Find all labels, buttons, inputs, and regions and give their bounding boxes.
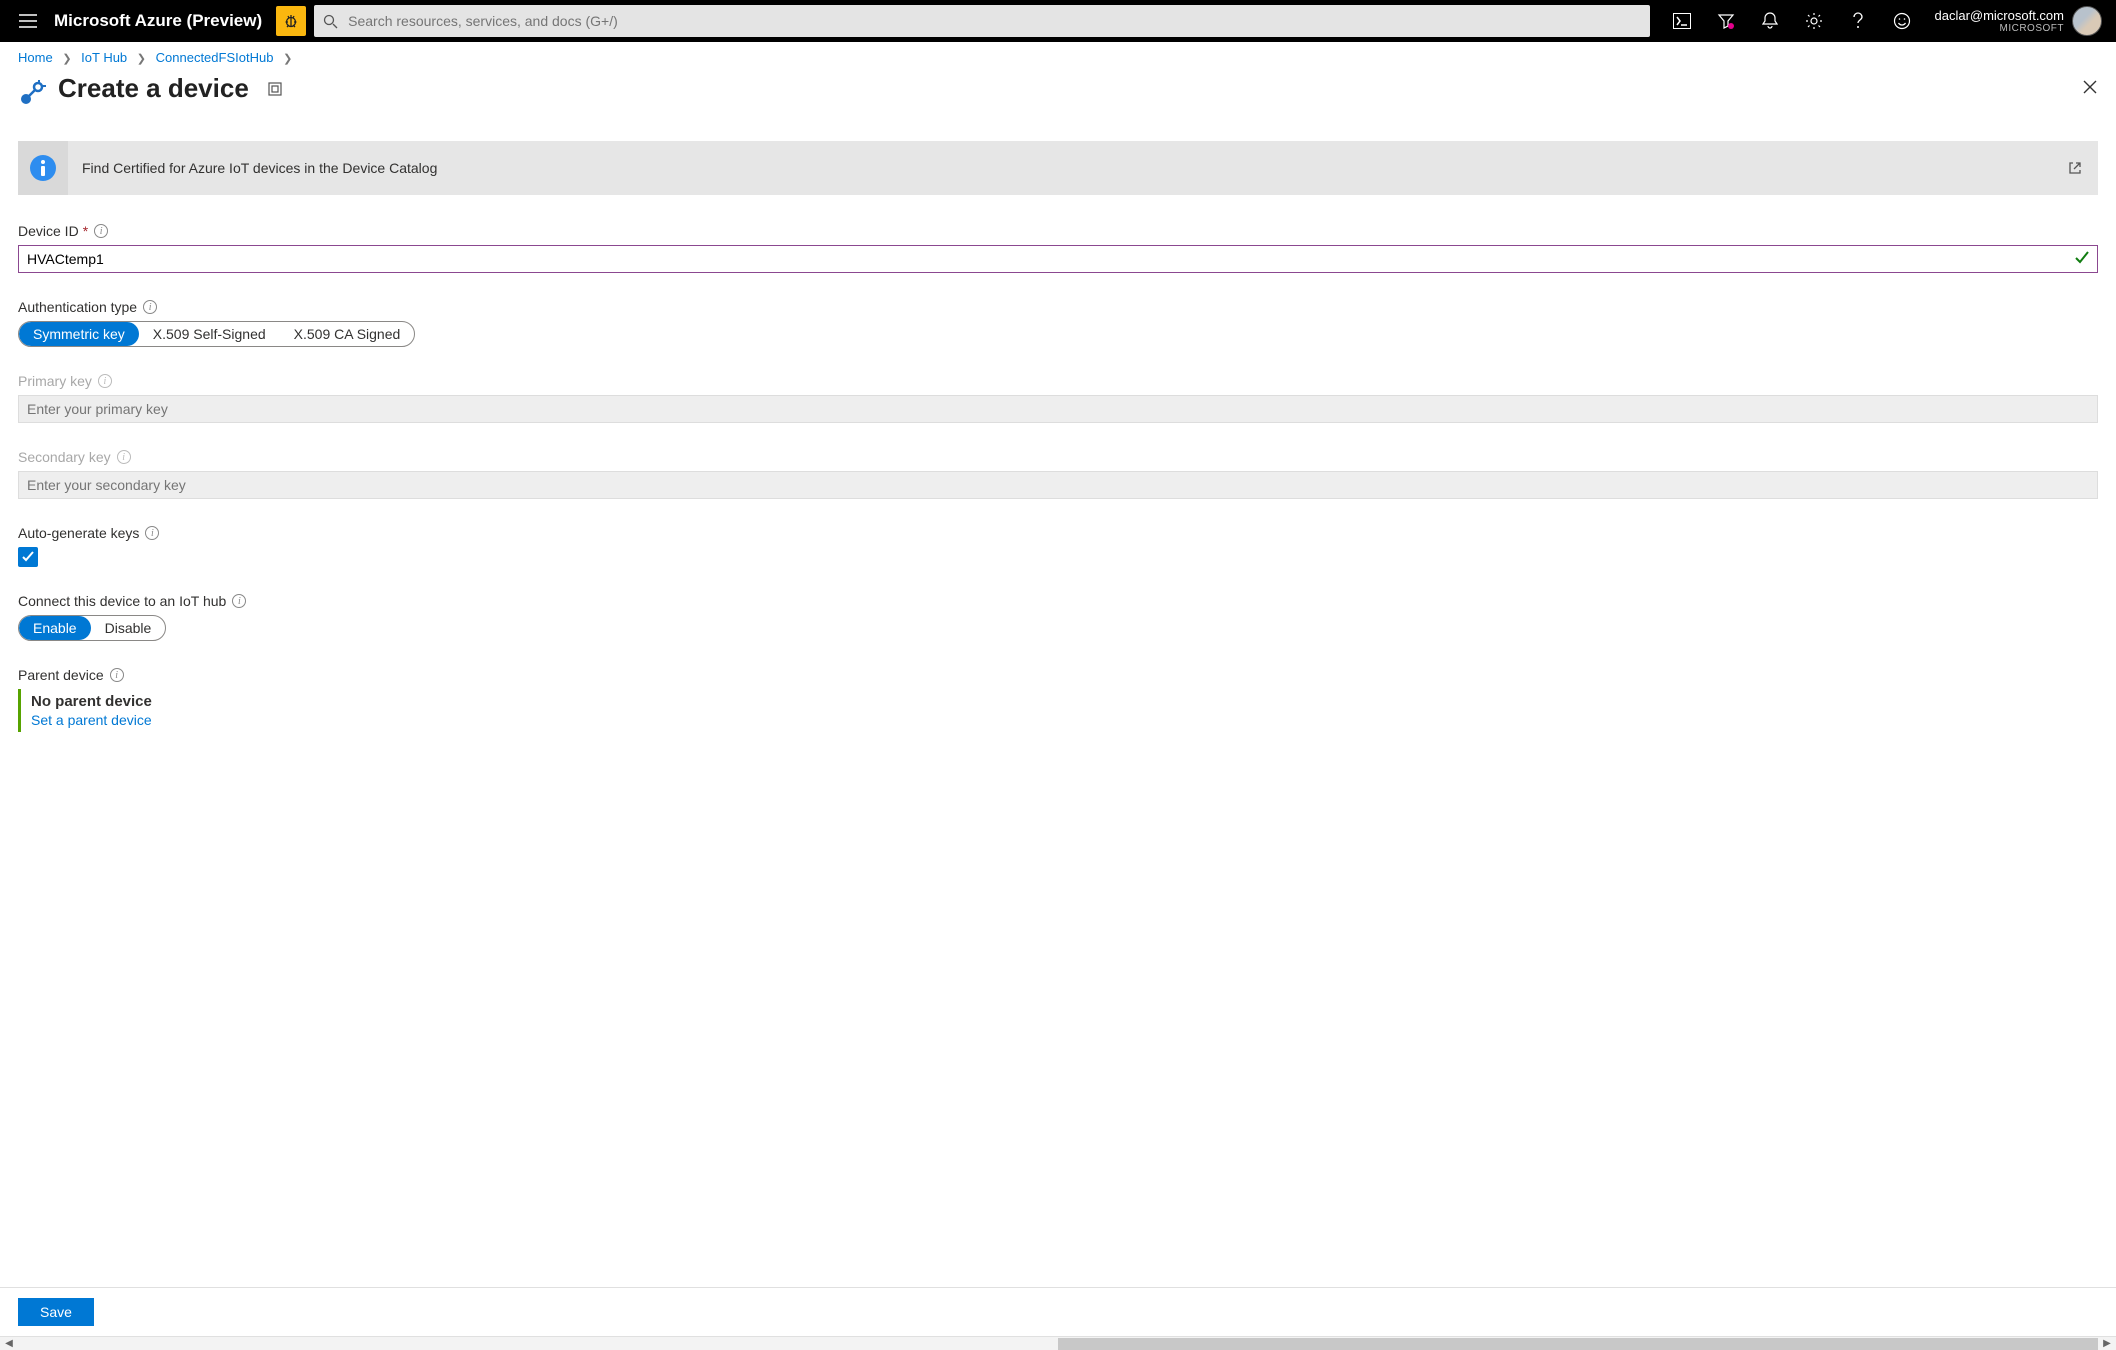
scroll-right-arrow[interactable]: ▶	[2098, 1338, 2116, 1349]
chevron-right-icon: ❯	[56, 53, 77, 65]
hamburger-menu-button[interactable]	[10, 0, 46, 42]
valid-check-icon	[2074, 250, 2090, 266]
auth-symmetric-pill[interactable]: Symmetric key	[19, 322, 139, 346]
blade-footer: Save	[0, 1287, 2116, 1336]
required-indicator: *	[83, 223, 88, 239]
primary-key-label: Primary key i	[18, 373, 2098, 389]
notifications-button[interactable]	[1748, 0, 1792, 42]
info-tooltip-icon[interactable]: i	[145, 526, 159, 540]
top-bar: Microsoft Azure (Preview)	[0, 0, 2116, 42]
account-email: daclar@microsoft.com	[1934, 9, 2064, 23]
auth-type-group: Symmetric key X.509 Self-Signed X.509 CA…	[18, 321, 415, 347]
feedback-button[interactable]	[1880, 0, 1924, 42]
parent-device-label: Parent device i	[18, 667, 2098, 683]
autogen-label: Auto-generate keys i	[18, 525, 2098, 541]
scroll-thumb[interactable]	[1058, 1338, 2098, 1350]
save-button[interactable]: Save	[18, 1298, 94, 1326]
question-icon	[1850, 12, 1866, 30]
connect-label: Connect this device to an IoT hub i	[18, 593, 2098, 609]
breadcrumb-home[interactable]: Home	[18, 50, 53, 65]
bell-icon	[1762, 12, 1778, 30]
autogen-checkbox[interactable]	[18, 547, 38, 567]
info-tooltip-icon[interactable]: i	[117, 450, 131, 464]
scroll-track[interactable]	[18, 1338, 2098, 1350]
blade-header: Create a device	[0, 65, 2116, 111]
primary-key-input	[18, 395, 2098, 423]
info-tooltip-icon[interactable]: i	[110, 668, 124, 682]
search-icon	[314, 14, 346, 29]
auth-selfsigned-pill[interactable]: X.509 Self-Signed	[139, 322, 280, 346]
cloud-shell-button[interactable]	[1660, 0, 1704, 42]
chevron-right-icon: ❯	[131, 53, 152, 65]
check-icon	[21, 550, 35, 564]
pin-icon	[267, 81, 283, 97]
info-banner-icon	[18, 141, 68, 195]
scroll-left-arrow[interactable]: ◀	[0, 1338, 18, 1349]
report-bug-button[interactable]	[276, 6, 306, 36]
smiley-icon	[1893, 12, 1911, 30]
directory-filter-button[interactable]	[1704, 0, 1748, 42]
info-tooltip-icon[interactable]: i	[94, 224, 108, 238]
iot-device-icon	[18, 79, 46, 107]
breadcrumb-iothub[interactable]: IoT Hub	[81, 50, 127, 65]
connect-enable-pill[interactable]: Enable	[19, 616, 91, 640]
gear-icon	[1805, 12, 1823, 30]
set-parent-device-link[interactable]: Set a parent device	[31, 712, 2098, 728]
settings-button[interactable]	[1792, 0, 1836, 42]
blade-content: Find Certified for Azure IoT devices in …	[0, 111, 2116, 1287]
chevron-right-icon: ❯	[277, 53, 298, 65]
parent-device-value: No parent device	[31, 693, 2098, 710]
connect-disable-pill[interactable]: Disable	[91, 616, 166, 640]
bug-icon	[282, 12, 300, 30]
topbar-tools: daclar@microsoft.com MICROSOFT	[1654, 0, 2116, 42]
parent-device-box: No parent device Set a parent device	[18, 689, 2098, 732]
connect-group: Enable Disable	[18, 615, 166, 641]
global-search[interactable]	[314, 5, 1650, 37]
secondary-key-input	[18, 471, 2098, 499]
info-icon	[28, 153, 58, 183]
info-banner-open-link[interactable]	[2052, 161, 2098, 175]
account-tenant: MICROSOFT	[2000, 23, 2065, 34]
close-button[interactable]	[2082, 79, 2098, 95]
horizontal-scrollbar[interactable]: ◀ ▶	[0, 1336, 2116, 1350]
device-id-input[interactable]	[18, 245, 2098, 273]
account-block[interactable]: daclar@microsoft.com MICROSOFT	[1924, 9, 2072, 34]
hamburger-icon	[19, 14, 37, 28]
external-link-icon	[2068, 161, 2082, 175]
info-banner-text: Find Certified for Azure IoT devices in …	[68, 160, 451, 176]
secondary-key-label: Secondary key i	[18, 449, 2098, 465]
auth-type-label: Authentication type i	[18, 299, 2098, 315]
avatar[interactable]	[2072, 6, 2102, 36]
device-id-label: Device ID * i	[18, 223, 2098, 239]
cloud-shell-icon	[1673, 13, 1691, 29]
help-button[interactable]	[1836, 0, 1880, 42]
info-banner: Find Certified for Azure IoT devices in …	[18, 141, 2098, 195]
search-input[interactable]	[346, 6, 1650, 36]
breadcrumb-hubname[interactable]: ConnectedFSIotHub	[156, 50, 274, 65]
info-tooltip-icon[interactable]: i	[143, 300, 157, 314]
info-tooltip-icon[interactable]: i	[98, 374, 112, 388]
close-icon	[2082, 79, 2098, 95]
breadcrumb: Home ❯ IoT Hub ❯ ConnectedFSIotHub ❯	[0, 42, 2116, 65]
filter-icon	[1717, 12, 1735, 30]
pin-button[interactable]	[267, 81, 283, 97]
brand-name: Microsoft Azure (Preview)	[46, 11, 276, 31]
info-tooltip-icon[interactable]: i	[232, 594, 246, 608]
auth-casigned-pill[interactable]: X.509 CA Signed	[280, 322, 415, 346]
page-title: Create a device	[58, 73, 249, 104]
